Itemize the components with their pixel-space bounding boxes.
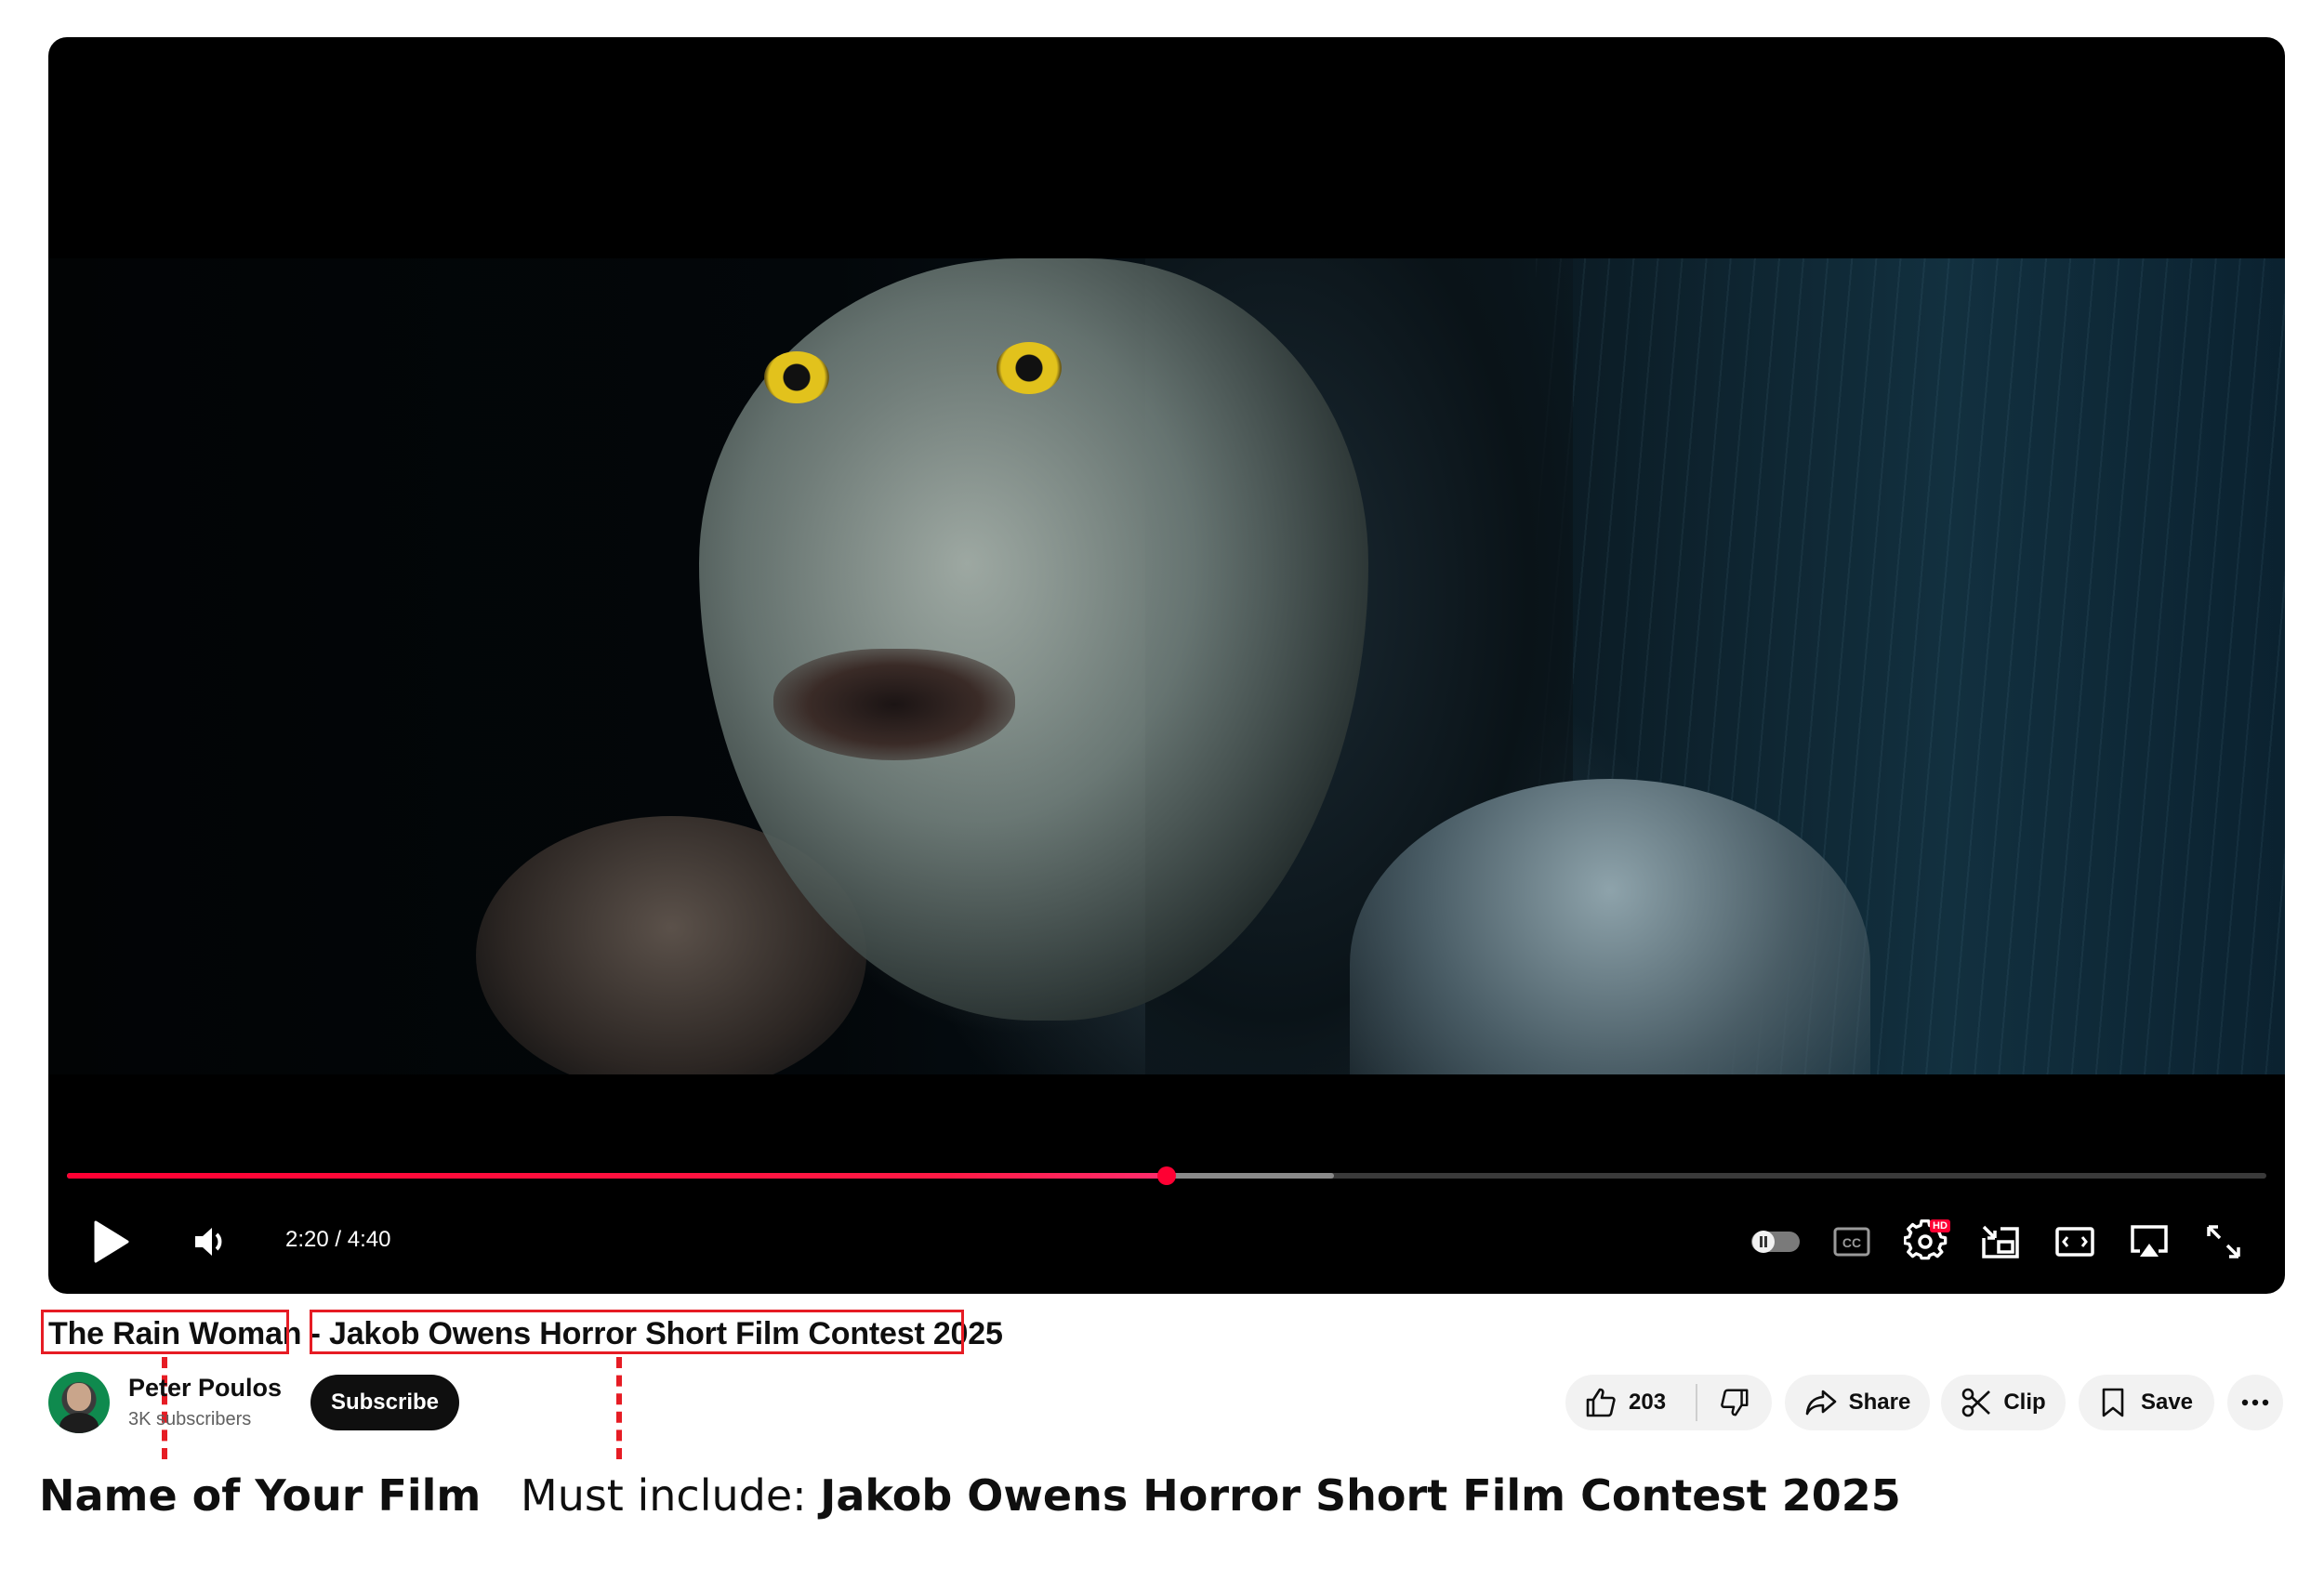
save-button[interactable]: Save <box>2079 1375 2214 1430</box>
like-dislike-group: 203 <box>1565 1375 1772 1430</box>
scrubber-handle[interactable] <box>1157 1166 1176 1185</box>
save-label: Save <box>2140 1390 2194 1415</box>
theater-mode-button[interactable] <box>2051 1218 2099 1266</box>
autoplay-toggle-icon <box>1751 1231 1800 1253</box>
like-count: 203 <box>1629 1390 1667 1415</box>
time-separator: / <box>328 1227 348 1252</box>
share-button[interactable]: Share <box>1785 1375 1930 1430</box>
must-include-value: Jakob Owens Horror Short Film Contest 20… <box>820 1470 1901 1521</box>
left-eye <box>764 351 829 403</box>
like-button[interactable]: 203 <box>1565 1386 1675 1419</box>
captions-button[interactable]: CC <box>1828 1218 1876 1266</box>
settings-button[interactable]: HD <box>1902 1218 1950 1266</box>
scissors-icon <box>1962 1388 1991 1417</box>
bookmark-icon <box>2102 1388 2124 1417</box>
avatar[interactable] <box>48 1372 110 1433</box>
must-include-label: Must include: Jakob Owens Horror Short F… <box>521 1470 1901 1521</box>
share-arrow-icon <box>1805 1390 1836 1416</box>
volume-icon <box>195 1228 222 1256</box>
autoplay-toggle[interactable] <box>1748 1218 1803 1266</box>
current-time: 2:20 <box>285 1227 329 1252</box>
hd-badge: HD <box>1930 1219 1950 1232</box>
subscriber-count: 3K subscribers <box>128 1409 252 1429</box>
contest-highlight <box>310 1310 964 1354</box>
right-eye <box>997 342 1062 394</box>
video-player[interactable]: 2:20 / 4:40 CC HD <box>48 37 2285 1294</box>
fullscreen-button[interactable] <box>2199 1218 2248 1266</box>
play-icon <box>94 1220 129 1263</box>
time-display: 2:20 / 4:40 <box>285 1227 390 1253</box>
mouth-shape <box>773 649 1015 760</box>
duration: 4:40 <box>347 1227 391 1252</box>
video-frame[interactable] <box>48 258 2285 1074</box>
more-actions-button[interactable] <box>2227 1375 2283 1430</box>
clip-button[interactable]: Clip <box>1941 1375 2066 1430</box>
film-name-connector <box>162 1357 167 1459</box>
avatar-head <box>67 1383 91 1411</box>
channel-name[interactable]: Peter Poulos <box>128 1374 282 1403</box>
contest-connector <box>616 1357 622 1459</box>
subscribe-button[interactable]: Subscribe <box>310 1375 459 1430</box>
miniplayer-icon <box>1982 1225 2019 1258</box>
avatar-body <box>59 1413 99 1433</box>
film-name-highlight <box>41 1310 289 1354</box>
must-include-prefix: Must include: <box>521 1470 821 1521</box>
progress-played <box>67 1173 1167 1179</box>
thumbs-down-icon <box>1721 1389 1749 1416</box>
dislike-button[interactable] <box>1697 1387 1772 1418</box>
airplay-button[interactable] <box>2125 1218 2173 1266</box>
volume-button[interactable] <box>186 1218 234 1266</box>
play-button[interactable] <box>86 1218 134 1266</box>
player-controls: 2:20 / 4:40 CC HD <box>48 1208 2285 1273</box>
name-of-film-label: Name of Your Film <box>39 1470 482 1521</box>
more-horizontal-icon <box>2241 1399 2269 1406</box>
airplay-icon <box>2131 1225 2168 1257</box>
progress-bar[interactable] <box>67 1166 2266 1185</box>
miniplayer-button[interactable] <box>1976 1218 2025 1266</box>
svg-text:CC: CC <box>1842 1235 1861 1250</box>
clip-label: Clip <box>2003 1390 2046 1415</box>
share-label: Share <box>1848 1390 1911 1415</box>
thumbs-up-icon <box>1586 1388 1616 1417</box>
theater-mode-icon <box>2055 1227 2094 1257</box>
captions-icon: CC <box>1833 1227 1870 1257</box>
fullscreen-icon <box>2207 1225 2240 1258</box>
